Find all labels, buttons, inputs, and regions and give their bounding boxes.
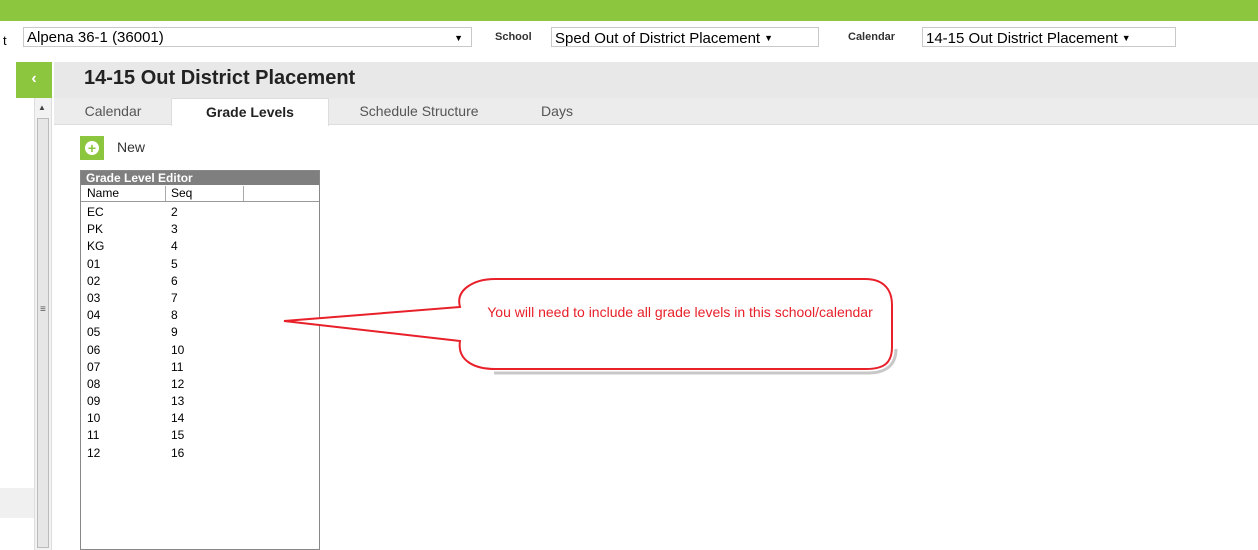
- grade-seq-cell: 13: [171, 394, 185, 409]
- table-row[interactable]: KG 4: [81, 238, 319, 255]
- tab-days[interactable]: Days: [509, 98, 605, 125]
- grade-name-cell: 06: [87, 342, 101, 357]
- grade-seq-cell: 10: [171, 342, 185, 357]
- grade-seq-cell: 11: [171, 359, 184, 374]
- new-button-label: New: [117, 139, 146, 155]
- district-value: Alpena 36-1 (36001): [27, 29, 164, 46]
- table-row[interactable]: 09 13: [81, 393, 319, 410]
- grade-seq-cell: 3: [171, 222, 178, 237]
- district-select[interactable]: Alpena 36-1 (36001) ▼: [23, 27, 472, 47]
- table-row[interactable]: 01 5: [81, 256, 319, 273]
- grade-name-cell: 11: [87, 428, 100, 443]
- district-label: t: [3, 33, 7, 48]
- grade-seq-cell: 12: [171, 376, 185, 391]
- chevron-down-icon: ▼: [454, 33, 463, 43]
- grade-name-cell: 01: [87, 256, 101, 271]
- grade-seq-cell: 15: [171, 428, 185, 443]
- chevron-down-icon: ▼: [1121, 33, 1131, 43]
- grade-seq-cell: 7: [171, 290, 178, 305]
- table-row[interactable]: 12 16: [81, 445, 319, 462]
- grade-name-cell: 07: [87, 359, 101, 374]
- page-title: 14-15 Out District Placement: [84, 67, 356, 89]
- nav-scrollbar[interactable]: ▲ ≡: [34, 98, 52, 550]
- grade-name-cell: KG: [87, 239, 105, 254]
- grade-name-cell: PK: [87, 222, 104, 237]
- grade-name-cell: 08: [87, 376, 101, 391]
- grade-seq-cell: 4: [171, 239, 178, 254]
- scroll-up-arrow-icon[interactable]: ▲: [38, 103, 46, 112]
- school-select[interactable]: Sped Out of District Placement ▼: [551, 27, 819, 47]
- page-header: 14-15 Out District Placement: [54, 62, 1258, 98]
- table-row[interactable]: PK 3: [81, 221, 319, 238]
- tab-calendar[interactable]: Calendar: [54, 98, 172, 125]
- tab-grade-levels[interactable]: Grade Levels: [171, 98, 329, 126]
- top-accent-bar: [0, 0, 1258, 21]
- tab-bar: Calendar Grade Levels Schedule Structure…: [54, 98, 1258, 126]
- calendar-label: Calendar: [848, 31, 896, 43]
- collapse-nav-button[interactable]: ‹: [16, 62, 52, 98]
- grade-name-cell: 04: [87, 308, 101, 323]
- table-row[interactable]: EC 2: [81, 204, 319, 221]
- tab-schedule-structure[interactable]: Schedule Structure: [339, 98, 499, 125]
- editor-title: Grade Level Editor: [81, 171, 319, 185]
- grade-seq-cell: 5: [171, 256, 178, 271]
- grade-name-cell: 10: [87, 411, 101, 426]
- table-row[interactable]: 10 14: [81, 410, 319, 427]
- callout-text: You will need to include all grade level…: [487, 304, 873, 320]
- nav-panel-fragment: [0, 488, 34, 518]
- grade-name-cell: 12: [87, 445, 101, 460]
- column-header-row: Name Seq: [81, 185, 319, 202]
- grade-seq-cell: 6: [171, 273, 178, 288]
- grade-seq-cell: 2: [171, 205, 178, 219]
- grip-icon: ≡: [40, 304, 46, 315]
- callout-shape: [283, 278, 893, 370]
- school-value: Sped Out of District Placement: [555, 30, 761, 47]
- grade-name-cell: 03: [87, 290, 101, 305]
- plus-icon: +: [80, 136, 104, 160]
- grade-seq-cell: 9: [171, 325, 178, 340]
- grade-seq-cell: 14: [171, 411, 185, 426]
- chevron-left-icon: ‹: [31, 70, 37, 87]
- grade-seq-cell: 16: [171, 445, 185, 460]
- school-label: School: [495, 31, 532, 43]
- chevron-down-icon: ▼: [764, 33, 774, 43]
- column-header-name[interactable]: Name: [87, 186, 166, 201]
- grade-name-cell: 05: [87, 325, 101, 340]
- grade-name-cell: 09: [87, 394, 101, 409]
- table-row[interactable]: 11 15: [81, 427, 319, 444]
- calendar-select[interactable]: 14-15 Out District Placement ▼: [922, 27, 1176, 47]
- scroll-thumb[interactable]: ≡: [37, 118, 49, 548]
- grade-name-cell: 02: [87, 273, 101, 288]
- callout-bubble: [283, 278, 898, 375]
- column-header-seq[interactable]: Seq: [171, 186, 244, 201]
- grade-seq-cell: 8: [171, 308, 178, 323]
- table-row[interactable]: 08 12: [81, 376, 319, 393]
- calendar-value: 14-15 Out District Placement: [926, 30, 1118, 47]
- grade-name-cell: EC: [87, 205, 104, 219]
